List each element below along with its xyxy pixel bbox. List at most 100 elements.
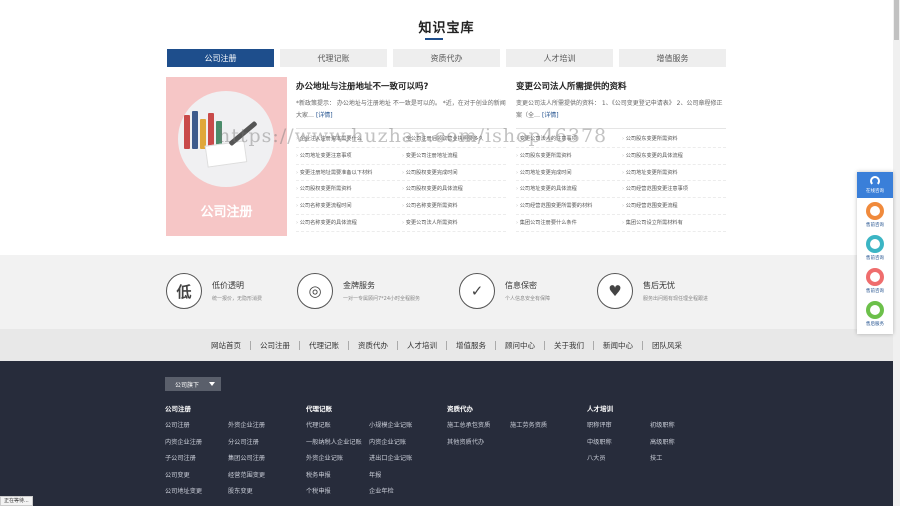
- article-summary: 变更公司法人所需提供的资料： 1、《公司变更登记申请表》 2、公司章程修正案（全…: [516, 100, 723, 119]
- online-consult-button[interactable]: 在线咨询: [857, 172, 893, 198]
- footer-link[interactable]: 外资企业注册: [228, 421, 291, 438]
- nav-news[interactable]: 新闻中心: [594, 340, 643, 350]
- footer-link[interactable]: 技工: [650, 454, 713, 471]
- nav-training[interactable]: 人才培训: [398, 340, 447, 350]
- footer-link[interactable]: 子公司注册: [165, 454, 228, 471]
- feature-title: 信息保密: [505, 281, 537, 290]
- footer-link[interactable]: 公司注册: [165, 421, 228, 438]
- features-band: 低 低价透明 统一报价，无隐形消费 ◎ 金牌服务 一对一专属顾问7*24小时全程…: [0, 255, 893, 329]
- footer-link[interactable]: 集团公司注册: [228, 454, 291, 471]
- tab-company-registration[interactable]: 公司注册: [167, 49, 274, 67]
- footer-link[interactable]: 股东变更: [228, 487, 291, 504]
- footer-link[interactable]: 一般纳税人企业记账: [306, 438, 369, 455]
- article-link[interactable]: 公司股权变更所需资料: [296, 181, 400, 199]
- avatar: [866, 235, 884, 253]
- footer-link[interactable]: 经营范围变更: [228, 471, 291, 488]
- nav-bookkeeping[interactable]: 代理记账: [300, 340, 349, 350]
- footer-link[interactable]: 公司变更: [165, 471, 228, 488]
- article-link[interactable]: 公司经营范围变更流程: [622, 198, 726, 215]
- article-link[interactable]: 变更公司法人所需资料: [402, 215, 506, 232]
- footer-link[interactable]: 内资企业记账: [369, 438, 432, 455]
- nav-team[interactable]: 团队风采: [643, 341, 691, 350]
- feature-title: 低价透明: [212, 281, 244, 290]
- article-summary: *新政策提示： 办公地址与注册地址 不一致是可以的。 *近，在对于创业的新闻大家…: [296, 100, 506, 119]
- footer-link[interactable]: 施工劳务资质: [510, 421, 573, 438]
- footer-link[interactable]: 外资企业记账: [306, 454, 369, 471]
- footer-column-title[interactable]: 公司注册: [165, 403, 291, 413]
- article-link[interactable]: 变更公司注册地址流程: [402, 148, 506, 165]
- article-link[interactable]: 公司地址变更所需资料: [622, 165, 726, 182]
- chevron-down-icon: [209, 382, 215, 386]
- article-link[interactable]: 集团公司注册要什么条件: [516, 215, 620, 232]
- browser-status-text: 正在等待...: [0, 496, 33, 506]
- article-title[interactable]: 办公地址与注册地址不一致可以吗?: [296, 80, 506, 92]
- article-link[interactable]: 公司地址变更注意事项: [296, 148, 400, 165]
- category-tabs: 公司注册 代理记账 资质代办 人才培训 增值服务: [167, 49, 726, 67]
- article-link[interactable]: 公司股东变更所需资料: [516, 148, 620, 165]
- presale-consult-button[interactable]: 售前咨询: [857, 233, 893, 265]
- article-link[interactable]: 公司股东变更所需资料: [622, 131, 726, 148]
- article-link[interactable]: 公司经营范围变更所需要的材料: [516, 198, 620, 215]
- article-link[interactable]: 公司地址变更的具体流程: [516, 181, 620, 199]
- article-link[interactable]: 公司股权变更的具体流程: [402, 181, 506, 199]
- footer-link[interactable]: 内资企业注册: [165, 438, 228, 455]
- scrollbar-thumb[interactable]: [894, 0, 899, 40]
- tab-value-added[interactable]: 增值服务: [619, 49, 726, 67]
- nav-about[interactable]: 关于我们: [545, 340, 594, 350]
- nav-qualification[interactable]: 资质代办: [349, 340, 398, 350]
- feature-subtitle: 统一报价，无隐形消费: [212, 296, 263, 302]
- footer-link[interactable]: 职称评审: [587, 421, 650, 438]
- footer-link[interactable]: 进出口企业记账: [369, 454, 432, 471]
- nav-consultants[interactable]: 顾问中心: [496, 340, 545, 350]
- footer-link[interactable]: 小规模企业记账: [369, 421, 432, 438]
- page-scrollbar[interactable]: [893, 0, 900, 506]
- illustration-label: 公司注册: [200, 205, 253, 220]
- article-link[interactable]: 公司股权变更完成时间: [402, 165, 506, 182]
- footer-link[interactable]: 高级职称: [650, 438, 713, 455]
- footer-link[interactable]: 分公司注册: [228, 438, 291, 455]
- nav-company-registration[interactable]: 公司注册: [251, 340, 300, 350]
- footer-column-title[interactable]: 资质代办: [447, 403, 573, 413]
- footer-link[interactable]: 中级职称: [587, 438, 650, 455]
- footer-column-bookkeeping: 代理记账 代理记账 小规模企业记账 一般纳税人企业记账 内资企业记账 外资企业记…: [306, 403, 432, 504]
- article-link[interactable]: 公司名称变更流程时间: [296, 198, 400, 215]
- nav-home[interactable]: 网站首页: [202, 340, 251, 350]
- presale-consult-button[interactable]: 售前咨询: [857, 266, 893, 298]
- article-more-link[interactable]: [详情]: [542, 112, 559, 119]
- footer-link[interactable]: 初级职称: [650, 421, 713, 438]
- footer-link[interactable]: 税务申报: [306, 471, 369, 488]
- footer-link[interactable]: 代理记账: [306, 421, 369, 438]
- feature-subtitle: 一对一专属顾问7*24小时全程服务: [343, 296, 421, 302]
- feature-subtitle: 个人信息安全有保障: [505, 296, 551, 302]
- footer-link[interactable]: 个税申报: [306, 487, 369, 504]
- presale-consult-button[interactable]: 售前咨询: [857, 200, 893, 232]
- article-column-2: 变更公司法人所需提供的资料 变更公司法人所需提供的资料： 1、《公司变更登记申请…: [516, 80, 726, 232]
- article-title[interactable]: 变更公司法人所需提供的资料: [516, 80, 726, 92]
- article-link[interactable]: 公司名称变更所需资料: [402, 198, 506, 215]
- article-more-link[interactable]: [详情]: [316, 112, 333, 119]
- footer-link[interactable]: 年报: [369, 471, 432, 488]
- article-link[interactable]: 公司名称变更的具体流程: [296, 215, 400, 232]
- article-link[interactable]: 公司经营范围变更注意事项: [622, 181, 726, 199]
- article-link[interactable]: 集团公司设立所需材料有: [622, 215, 726, 232]
- category-illustration[interactable]: 公司注册: [166, 77, 287, 236]
- footer-column-registration: 公司注册 公司注册 外资企业注册 内资企业注册 分公司注册 子公司注册 集团公司…: [165, 403, 291, 504]
- footer-nav: 网站首页 公司注册 代理记账 资质代办 人才培训 增值服务 顾问中心 关于我们 …: [0, 329, 893, 361]
- footer-link[interactable]: 企业年检: [369, 487, 432, 504]
- footer-link[interactable]: 施工总承包资质: [447, 421, 510, 438]
- tab-qualification[interactable]: 资质代办: [393, 49, 500, 67]
- article-link[interactable]: 公司地址变更完成时间: [516, 165, 620, 182]
- footer-column-title[interactable]: 代理记账: [306, 403, 432, 413]
- footer-link[interactable]: 公司地址变更: [165, 487, 228, 504]
- nav-value-added[interactable]: 增值服务: [447, 340, 496, 350]
- aftersale-service-button[interactable]: 售后服务: [857, 299, 893, 331]
- headset-icon: [870, 176, 880, 186]
- tab-bookkeeping[interactable]: 代理记账: [280, 49, 387, 67]
- tab-training[interactable]: 人才培训: [506, 49, 613, 67]
- company-dropdown[interactable]: 公司旗下: [165, 377, 221, 391]
- article-link[interactable]: 变更注册地址需要准备以下材料: [296, 165, 400, 182]
- footer-link[interactable]: 八大员: [587, 454, 650, 471]
- footer-link[interactable]: 其他资质代办: [447, 438, 510, 455]
- footer-column-title[interactable]: 人才培训: [587, 403, 713, 413]
- article-link[interactable]: 公司股东变更的具体流程: [622, 148, 726, 165]
